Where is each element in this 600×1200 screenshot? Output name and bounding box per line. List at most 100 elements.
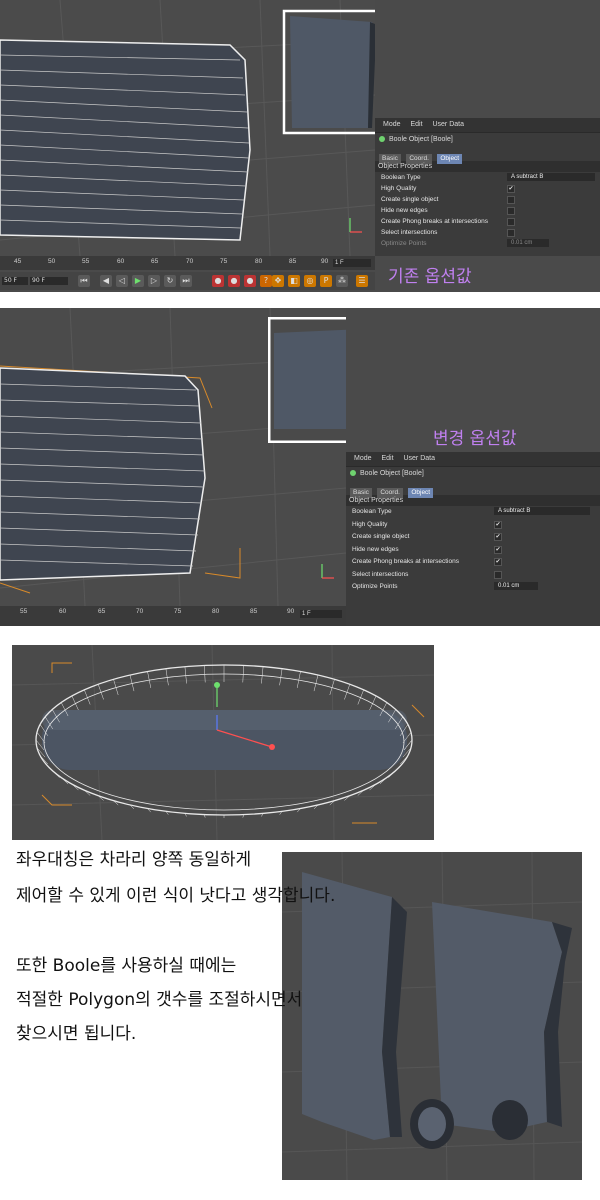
top-caption: 기존 옵션값 [388,267,472,287]
tab-bar: Basic Coord. Object [375,147,600,164]
select-intersections-checkbox[interactable] [507,229,515,237]
ruler-tick: 70 [136,608,144,615]
top-panel-menu: Mode Edit User Data [375,118,600,133]
prop-select-intersections: Select intersections [346,569,600,582]
prop-hide-new-edges: Hide new edges ✔ [346,544,600,557]
body-line-4: 또한 Boole를 사용하실 때에는 [16,956,237,976]
prop-label: Create Phong breaks at intersections [352,558,459,565]
record-icon[interactable]: ● [212,275,224,287]
ruler-tick: 80 [212,608,220,615]
first-frame-icon[interactable]: ⏮ [78,275,90,287]
body-line-2: 제어할 수 있게 이런 식이 낫다고 생각합니다. [16,886,336,906]
object-title: Boole Object [Boole] [375,133,600,147]
move-key-icon[interactable]: ✥ [272,275,284,287]
prop-label: Hide new edges [352,545,399,553]
section-title: Object Properties [346,495,600,506]
ruler-tick: 50 [48,258,56,265]
phong-breaks-checkbox[interactable] [507,218,515,226]
param-key-icon[interactable]: P [320,275,332,287]
prop-label: Create single object [352,533,410,540]
high-quality-checkbox[interactable]: ✔ [494,520,502,529]
menu-edit[interactable]: Edit [410,121,422,128]
ruler-tick: 80 [255,258,263,265]
high-quality-checkbox[interactable]: ✔ [507,185,515,193]
loop-icon[interactable]: ↻ [164,275,176,287]
prop-phong-breaks: Create Phong breaks at intersections ✔ [346,556,600,569]
prop-create-single-object: Create single object ✔ [346,531,600,544]
middle-attribute-panel: Mode Edit User Data Boole Object [Boole]… [346,452,600,606]
prop-optimize-points: Optimize Points 0.01 cm [375,238,600,249]
create-single-object-checkbox[interactable] [507,196,515,204]
top-transport-bar: 50 F 90 F ⏮ ◀ ◁ ▶ ▷ ↻ ⏭ ● ● ● ? ✥ ◧ ◎ P … [0,272,375,290]
scale-key-icon[interactable]: ◧ [288,275,300,287]
ruler-tick: 70 [186,258,194,265]
boolean-type-select[interactable]: A subtract B [507,173,595,181]
optimize-points-field[interactable]: 0.01 cm [494,582,538,590]
prop-label: Select intersections [381,229,438,236]
menu-mode[interactable]: Mode [383,121,401,128]
boole-wireframe-render [12,645,434,840]
boolean-type-select[interactable]: A subtract B [494,507,590,515]
next-frame-icon[interactable]: ▷ [148,275,160,287]
play-icon[interactable]: ▶ [132,275,144,287]
ruler-tick: 65 [151,258,159,265]
middle-caption: 변경 옵션값 [433,429,517,449]
prop-high-quality: High Quality ✔ [375,183,600,194]
menu-user-data[interactable]: User Data [403,455,435,462]
ruler-tick: 75 [174,608,182,615]
menu-edit[interactable]: Edit [381,455,393,462]
end-frame-field[interactable]: 90 F [30,277,68,285]
ruler-tick: 60 [117,258,125,265]
ruler-tick: 55 [20,608,28,615]
middle-panel-footer [346,606,600,626]
boole-object-icon [379,136,385,143]
tab-object[interactable]: Object [437,154,463,164]
object-title-text: Boole Object [Boole] [360,470,424,477]
autokey-icon[interactable]: ● [228,275,240,287]
menu-mode[interactable]: Mode [354,455,372,462]
body-line-1: 좌우대칭은 차라리 양쪽 동일하게 [16,850,252,870]
current-frame-field[interactable]: 1 F [300,610,342,618]
pla-key-icon[interactable]: ⁂ [336,275,348,287]
phong-breaks-checkbox[interactable]: ✔ [494,558,502,566]
prop-label: Select intersections [352,570,409,578]
select-intersections-checkbox[interactable] [494,570,502,579]
prop-high-quality: High Quality ✔ [346,519,600,532]
body-line-6: 찾으시면 됩니다. [16,1024,137,1044]
prop-label: Optimize Points [352,583,398,590]
middle-panel-menu: Mode Edit User Data [346,452,600,467]
middle-timeline-ruler[interactable]: 55 60 65 70 75 80 85 90 1 F [0,606,346,626]
rotate-key-icon[interactable]: ◎ [304,275,316,287]
prop-hide-new-edges: Hide new edges [375,205,600,216]
prev-frame-icon[interactable]: ◁ [116,275,128,287]
keyframe-selection-icon[interactable]: ● [244,275,256,287]
tab-bar: Basic Coord. Object [346,481,600,498]
hide-new-edges-checkbox[interactable] [507,207,515,215]
ruler-tick: 85 [289,258,297,265]
start-frame-field[interactable]: 50 F [2,277,28,285]
hide-new-edges-checkbox[interactable]: ✔ [494,545,502,554]
prop-boolean-type: Boolean Type A subtract B [375,172,600,183]
ruler-tick: 65 [98,608,106,615]
prop-label: Create single object [381,196,439,203]
prop-label: Hide new edges [381,207,428,214]
help-icon[interactable]: ? [260,275,272,287]
tab-object[interactable]: Object [408,488,434,498]
optimize-points-field[interactable]: 0.01 cm [507,239,549,247]
current-frame-field[interactable]: 1 F [333,259,371,267]
ruler-tick: 60 [59,608,67,615]
object-title: Boole Object [Boole] [346,467,600,481]
last-frame-icon[interactable]: ⏭ [180,275,192,287]
prop-label: Boolean Type [381,174,421,181]
menu-user-data[interactable]: User Data [432,121,464,128]
top-timeline-ruler[interactable]: 45 50 55 60 65 70 75 80 85 90 1 F [0,256,375,270]
prop-label: High Quality [352,520,388,528]
prop-phong-breaks: Create Phong breaks at intersections [375,216,600,227]
ruler-tick: 55 [82,258,90,265]
prev-key-icon[interactable]: ◀ [100,275,112,287]
top-viewport[interactable] [0,0,375,256]
ruler-tick: 90 [287,608,295,615]
create-single-object-checkbox[interactable]: ✔ [494,533,502,541]
ruler-tick: 75 [220,258,228,265]
timeline-menu-icon[interactable]: ☰ [356,275,368,287]
